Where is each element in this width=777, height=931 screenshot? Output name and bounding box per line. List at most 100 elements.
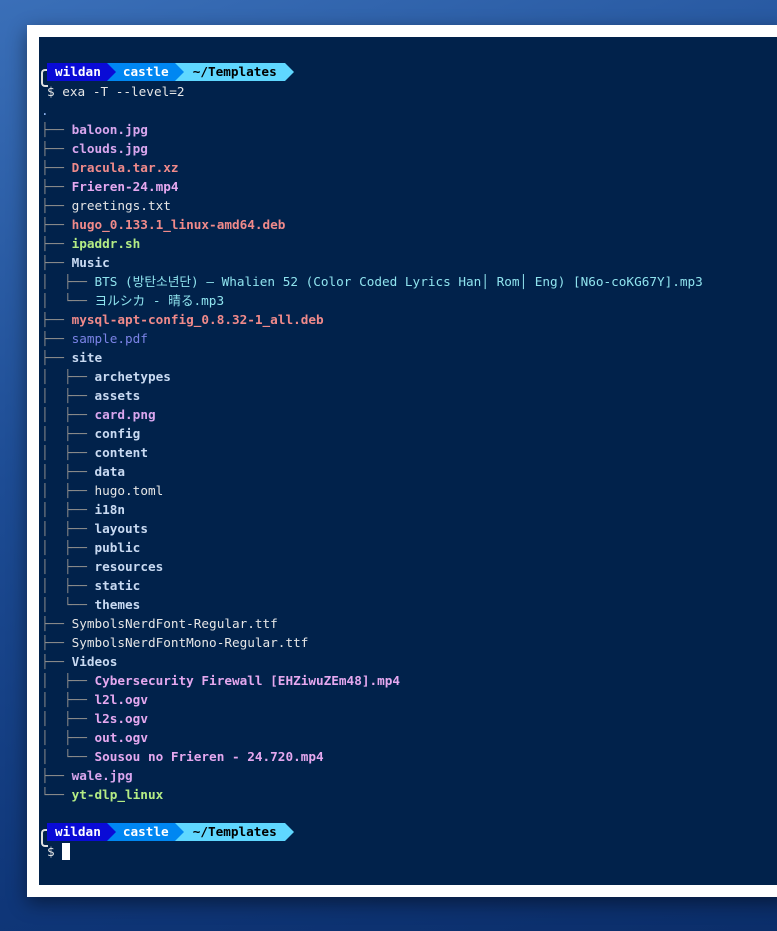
tree-entry: ├── hugo_0.133.1_linux-amd64.deb <box>41 215 703 234</box>
entry-name: clouds.jpg <box>71 141 148 156</box>
tree-branch: │ ├── <box>41 540 95 555</box>
entry-name: themes <box>94 597 141 612</box>
prompt-user: wildan <box>47 63 116 81</box>
entry-name: BTS (방탄소년단) – Whalien 52 (Color Coded Ly… <box>94 274 703 289</box>
entry-name: i18n <box>94 502 126 517</box>
tree-entry: │ ├── static <box>41 576 703 595</box>
tree-branch: │ └── <box>41 597 95 612</box>
tree-entry: │ ├── l2s.ogv <box>41 709 703 728</box>
tree-branch: │ ├── <box>41 559 95 574</box>
tree-branch: │ ├── <box>41 711 95 726</box>
prompt-dir: ~/Templates <box>174 63 294 81</box>
prompt-current: wildan castle ~/Templates <box>47 823 294 841</box>
tree-branch: ├── <box>41 255 72 270</box>
tree-branch: ├── <box>41 616 72 631</box>
entry-name: site <box>71 350 103 365</box>
entry-name: ヨルシカ - 晴る.mp3 <box>94 293 225 308</box>
tree-entry: │ ├── card.png <box>41 405 703 424</box>
tree-branch: │ ├── <box>41 464 95 479</box>
tree-branch: │ └── <box>41 293 95 308</box>
prompt-user: wildan <box>47 823 116 841</box>
tree-entry: └── yt-dlp_linux <box>41 785 703 804</box>
tree-entry: ├── Frieren-24.mp4 <box>41 177 703 196</box>
tree-branch: │ ├── <box>41 407 95 422</box>
input-line[interactable]: $ <box>47 842 70 861</box>
tree-branch: │ ├── <box>41 521 95 536</box>
tree-entry: │ ├── public <box>41 538 703 557</box>
command-line: $ exa -T --level=2 <box>47 82 185 101</box>
tree-entry: ├── site <box>41 348 703 367</box>
tree-entry: │ ├── out.ogv <box>41 728 703 747</box>
entry-name: static <box>94 578 141 593</box>
tree-entry: │ ├── content <box>41 443 703 462</box>
entry-name: SymbolsNerdFont-Regular.ttf <box>71 616 278 631</box>
tree-entry: │ ├── layouts <box>41 519 703 538</box>
tree-entry: . <box>41 101 703 120</box>
tree-entry: ├── sample.pdf <box>41 329 703 348</box>
tree-entry: ├── SymbolsNerdFont-Regular.ttf <box>41 614 703 633</box>
tree-branch: │ ├── <box>41 502 95 517</box>
entry-name: data <box>94 464 126 479</box>
tree-branch: ├── <box>41 312 72 327</box>
entry-name: Cybersecurity Firewall [EHZiwuZEm48].mp4 <box>94 673 401 688</box>
prompt-host: castle <box>106 823 184 841</box>
cursor <box>61 843 70 860</box>
tree-entry: ├── Dracula.tar.xz <box>41 158 703 177</box>
tree-entry: │ ├── data <box>41 462 703 481</box>
entry-name: Frieren-24.mp4 <box>71 179 179 194</box>
entry-name: Music <box>71 255 110 270</box>
entry-name: wale.jpg <box>71 768 133 783</box>
tree-branch: ├── <box>41 160 72 175</box>
tree-branch: │ ├── <box>41 692 95 707</box>
tree-branch: │ └── <box>41 749 95 764</box>
tree-branch: │ ├── <box>41 483 95 498</box>
tree-entry: ├── Music <box>41 253 703 272</box>
entry-name: baloon.jpg <box>71 122 148 137</box>
tree-entry: │ ├── BTS (방탄소년단) – Whalien 52 (Color Co… <box>41 272 703 291</box>
tree-branch: ├── <box>41 236 72 251</box>
tree-branch: └── <box>41 787 72 802</box>
entry-name: card.png <box>94 407 156 422</box>
tree-entry: ├── ipaddr.sh <box>41 234 703 253</box>
entry-name: Sousou no Frieren - 24.720.mp4 <box>94 749 324 764</box>
tree-branch: │ ├── <box>41 730 95 745</box>
prompt-host: castle <box>106 63 184 81</box>
entry-name: . <box>41 103 49 118</box>
tree-branch: │ ├── <box>41 445 95 460</box>
entry-name: layouts <box>94 521 148 536</box>
tree-branch: │ ├── <box>41 673 95 688</box>
tree-entry: │ ├── assets <box>41 386 703 405</box>
entry-name: assets <box>94 388 141 403</box>
entry-name: content <box>94 445 148 460</box>
tree-branch: ├── <box>41 768 72 783</box>
tree-entry: │ ├── Cybersecurity Firewall [EHZiwuZEm4… <box>41 671 703 690</box>
tree-branch: │ ├── <box>41 369 95 384</box>
tree-branch: ├── <box>41 635 72 650</box>
command-text: exa -T --level=2 <box>62 84 185 99</box>
entry-name: sample.pdf <box>71 331 148 346</box>
tree-entry: │ ├── config <box>41 424 703 443</box>
entry-name: Videos <box>71 654 118 669</box>
tree-output: . ├── baloon.jpg ├── clouds.jpg ├── Dracula… <box>41 101 703 804</box>
entry-name: mysql-apt-config_0.8.32-1_all.deb <box>71 312 324 327</box>
entry-name: resources <box>94 559 164 574</box>
tree-entry: ├── greetings.txt <box>41 196 703 215</box>
tree-branch: ├── <box>41 350 72 365</box>
tree-entry: ├── wale.jpg <box>41 766 703 785</box>
entry-name: l2s.ogv <box>94 711 148 726</box>
tree-branch: ├── <box>41 179 72 194</box>
entry-name: greetings.txt <box>71 198 171 213</box>
entry-name: yt-dlp_linux <box>71 787 164 802</box>
tree-branch: ├── <box>41 217 72 232</box>
tree-branch: ├── <box>41 331 72 346</box>
tree-entry: │ └── ヨルシカ - 晴る.mp3 <box>41 291 703 310</box>
entry-name: ipaddr.sh <box>71 236 141 251</box>
tree-branch: ├── <box>41 122 72 137</box>
tree-entry: ├── clouds.jpg <box>41 139 703 158</box>
tree-entry: │ └── themes <box>41 595 703 614</box>
tree-entry: ├── baloon.jpg <box>41 120 703 139</box>
tree-branch: ├── <box>41 141 72 156</box>
entry-name: l2l.ogv <box>94 692 148 707</box>
tree-branch: │ ├── <box>41 578 95 593</box>
tree-branch: │ ├── <box>41 388 95 403</box>
